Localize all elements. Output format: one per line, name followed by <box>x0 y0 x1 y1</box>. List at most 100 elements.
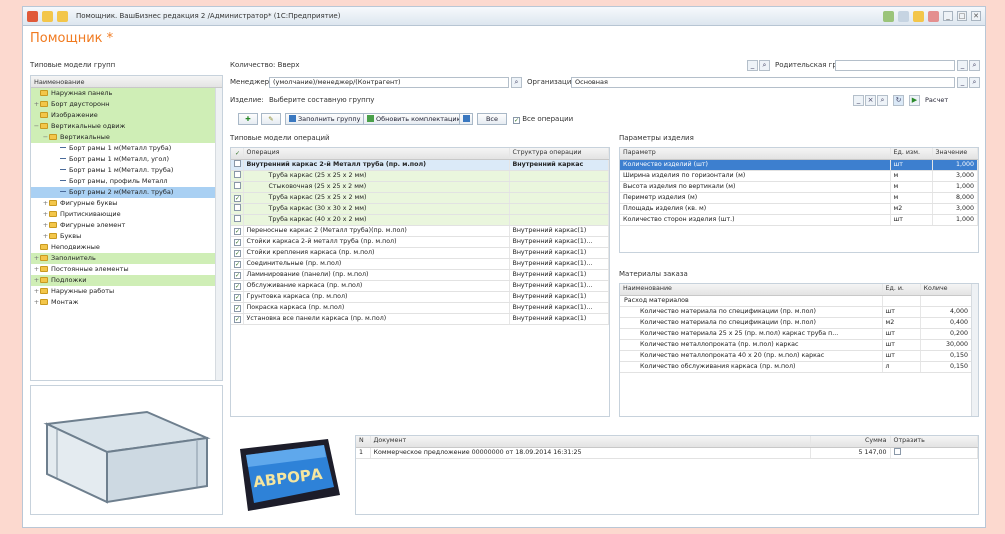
param-value-cell[interactable]: 1,000 <box>932 181 978 193</box>
tree-item[interactable]: Неподвижные <box>31 242 222 253</box>
material-qty-cell[interactable]: 0,150 <box>920 350 972 362</box>
materials-unit-header[interactable]: Ед. и. <box>882 284 921 296</box>
operation-check-cell[interactable] <box>231 181 244 193</box>
param-value-cell[interactable]: 3,000 <box>932 170 978 182</box>
expand-icon[interactable]: + <box>42 220 49 231</box>
reflect-checkbox[interactable] <box>893 447 901 455</box>
param-value-cell[interactable]: 8,000 <box>932 192 978 204</box>
param-value-cell[interactable]: 1,000 <box>932 214 978 226</box>
operation-checkbox[interactable] <box>234 214 241 222</box>
maximize-button[interactable]: □ <box>957 11 967 21</box>
refresh-icon[interactable]: ↻ <box>893 95 904 106</box>
parent-group-clear-button[interactable]: _ <box>957 60 968 71</box>
operation-check-cell[interactable]: ✓ <box>231 225 244 237</box>
operation-check-cell[interactable]: ✓ <box>231 192 244 204</box>
operation-checkbox[interactable]: ✓ <box>234 227 241 235</box>
tree-item[interactable]: + Борт двусторонн <box>31 99 222 110</box>
document-row[interactable]: 1 Коммерческое предложение 00000000 от 18… <box>356 447 978 459</box>
operation-checkbox[interactable]: ✓ <box>234 249 241 257</box>
calendar-icon[interactable] <box>928 10 939 22</box>
material-qty-cell[interactable] <box>920 295 972 307</box>
operation-check-cell[interactable]: ✓ <box>231 313 244 325</box>
organization-search-icon[interactable]: ⌕ <box>969 77 980 88</box>
operation-check-cell[interactable] <box>231 170 244 182</box>
operation-row[interactable]: ✓ Переносные каркас 2 (Металл труба)(пр. … <box>231 225 609 237</box>
calculate-button[interactable]: Расчет <box>922 95 951 107</box>
tree-item[interactable]: + Постоянные элементы <box>31 264 222 275</box>
tree-item[interactable]: Борт рамы 2 м(Металл. труба) <box>31 187 222 198</box>
operation-row[interactable]: ✓ Грунтовка каркаса (пр. м.пол) Внутренний… <box>231 291 609 303</box>
run-icon[interactable]: ▶ <box>909 95 920 106</box>
add-row-button[interactable]: ✚ <box>238 113 258 125</box>
docs-sum-header[interactable]: Сумма <box>810 436 891 448</box>
quantity-search-icon[interactable]: ⌕ <box>759 60 770 71</box>
tree-item[interactable]: + Наружные работы <box>31 286 222 297</box>
operation-check-cell[interactable] <box>231 203 244 215</box>
docs-doc-header[interactable]: Документ <box>370 436 811 448</box>
operation-check-cell[interactable] <box>231 159 244 171</box>
document-reflect-cell[interactable] <box>890 447 978 459</box>
tree-item[interactable]: + Фигурные буквы <box>31 198 222 209</box>
tree-item[interactable]: + Буквы <box>31 231 222 242</box>
tree-item[interactable]: + Монтаж <box>31 297 222 308</box>
forward-icon[interactable] <box>57 10 68 22</box>
param-row[interactable]: Высота изделия по вертикали (м) м 1,000 <box>620 181 978 193</box>
tree-header[interactable]: Наименование <box>31 76 222 88</box>
material-row[interactable]: Количество обслуживания каркаса (пр. м.п… <box>620 361 972 373</box>
operation-row[interactable]: Труба каркас (25 x 25 x 2 мм) <box>231 170 609 182</box>
all-ops-checkbox[interactable]: ✓ <box>513 117 520 124</box>
organization-field[interactable]: Основная <box>571 77 955 88</box>
expand-icon[interactable]: + <box>33 297 40 308</box>
tree-item[interactable]: + Фигурные элемент <box>31 220 222 231</box>
material-row[interactable]: Количество металлопроката (пр. м.пол) ка… <box>620 339 972 351</box>
material-row[interactable]: Количество материала 25 x 25 (пр. м.пол)… <box>620 328 972 340</box>
collapse-icon[interactable]: − <box>42 132 49 143</box>
organization-clear-button[interactable]: _ <box>957 77 968 88</box>
edit-row-button[interactable]: ✎ <box>261 113 281 125</box>
tree-item[interactable]: Наружная панель <box>31 88 222 99</box>
parent-group-field[interactable] <box>835 60 955 71</box>
fill-group-button[interactable]: Заполнить группу <box>285 113 365 125</box>
operation-check-cell[interactable]: ✓ <box>231 258 244 270</box>
params-unit-header[interactable]: Ед. изм. <box>890 148 933 160</box>
operation-checkbox[interactable]: ✓ <box>234 293 241 301</box>
materials-qty-header[interactable]: Количе <box>920 284 972 296</box>
operation-check-cell[interactable]: ✓ <box>231 269 244 281</box>
operation-check-cell[interactable] <box>231 214 244 226</box>
operation-checkbox[interactable]: ✓ <box>234 315 241 323</box>
material-row[interactable]: Количество материала по спецификации (пр… <box>620 306 972 318</box>
document-name-cell[interactable]: Коммерческое предложение 00000000 от 18.… <box>370 447 811 459</box>
close-button[interactable]: ✕ <box>971 11 981 21</box>
expand-icon[interactable]: + <box>33 99 40 110</box>
materials-name-header[interactable]: Наименование <box>620 284 883 296</box>
operation-checkbox[interactable] <box>234 181 241 189</box>
operation-row[interactable]: ✓ Покраска каркаса (пр. м.пол) Внутренний … <box>231 302 609 314</box>
params-value-header[interactable]: Значение <box>932 148 978 160</box>
quantity-clear-button[interactable]: _ <box>747 60 758 71</box>
operation-row[interactable]: Труба каркас (40 x 20 x 2 мм) <box>231 214 609 226</box>
tree-item[interactable]: + Заполнитель <box>31 253 222 264</box>
expand-icon[interactable]: + <box>33 275 40 286</box>
param-value-cell[interactable]: 1,000 <box>932 159 978 171</box>
operation-checkbox[interactable]: ✓ <box>234 238 241 246</box>
expand-icon[interactable]: + <box>33 286 40 297</box>
tree-item[interactable]: + Подложки <box>31 275 222 286</box>
tree-item[interactable]: Борт рамы 1 м(Металл, угол) <box>31 154 222 165</box>
operation-check-cell[interactable]: ✓ <box>231 280 244 292</box>
ops-struct-header[interactable]: Структура операции <box>509 148 609 160</box>
expand-icon[interactable]: + <box>42 231 49 242</box>
ops-name-header[interactable]: Операция <box>243 148 510 160</box>
operation-checkbox[interactable]: ✓ <box>234 282 241 290</box>
docs-n-header[interactable]: N <box>356 436 371 448</box>
favorites-icon[interactable] <box>883 10 894 22</box>
operation-row[interactable]: ✓ Стойки крепления каркаса (пр. м.пол) Вну… <box>231 247 609 259</box>
operation-checkbox[interactable] <box>234 159 241 167</box>
operation-row[interactable]: ✓ Труба каркас (25 x 25 x 2 мм) <box>231 192 609 204</box>
manager-search-icon[interactable]: ⌕ <box>511 77 522 88</box>
param-row[interactable]: Площадь изделия (кв. м) м2 3,000 <box>620 203 978 215</box>
operation-row[interactable]: ✓ Ламинирование (панели) (пр. м.пол) Внутр… <box>231 269 609 281</box>
manager-field[interactable]: (умолчание)/менеджер/(Контрагент) <box>269 77 509 88</box>
operation-checkbox[interactable] <box>234 170 241 178</box>
operation-checkbox[interactable]: ✓ <box>234 304 241 312</box>
material-row[interactable]: Расход материалов <box>620 295 972 307</box>
